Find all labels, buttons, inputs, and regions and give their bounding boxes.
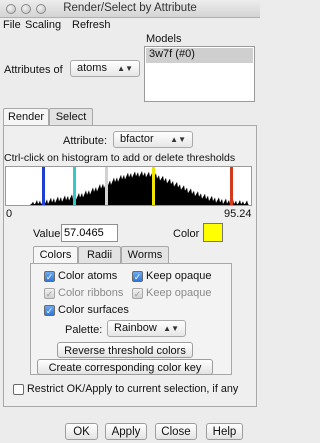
value-label: Value xyxy=(33,228,61,240)
attributes-of-popup[interactable]: atoms ▲▼ xyxy=(70,60,140,77)
menu-bar: File Scaling Refresh xyxy=(0,18,260,33)
color-atoms-checkbox[interactable]: ✓ xyxy=(44,271,55,282)
threshold-marker[interactable] xyxy=(151,167,155,205)
title-bar: Render/Select by Attribute xyxy=(0,0,260,18)
histogram[interactable] xyxy=(5,166,252,206)
menu-file[interactable]: File xyxy=(3,19,21,31)
subtab-worms[interactable]: Worms xyxy=(121,246,169,264)
create-color-key-button[interactable]: Create corresponding color key xyxy=(37,359,213,375)
attributes-of-label: Attributes of xyxy=(4,64,63,76)
apply-button[interactable]: Apply xyxy=(105,423,147,440)
keep-opaque-atoms-checkbox[interactable]: ✓ xyxy=(132,271,143,282)
palette-popup[interactable]: Rainbow ▲▼ xyxy=(107,320,186,337)
histogram-instruction: Ctrl-click on histogram to add or delete… xyxy=(4,152,236,164)
palette-value: Rainbow xyxy=(114,322,157,334)
histogram-max-label: 95.24 xyxy=(224,208,252,220)
subtab-colors[interactable]: Colors xyxy=(33,246,78,264)
color-surfaces-label: Color surfaces xyxy=(58,304,129,316)
attributes-of-value: atoms xyxy=(77,62,107,74)
attribute-value: bfactor xyxy=(120,133,154,145)
reverse-threshold-colors-button[interactable]: Reverse threshold colors xyxy=(57,342,193,358)
popup-arrows-icon: ▲▼ xyxy=(163,324,179,333)
models-label: Models xyxy=(146,33,182,45)
keep-opaque-atoms-label: Keep opaque xyxy=(146,270,212,282)
restrict-checkbox[interactable]: ✓ xyxy=(13,384,24,395)
keep-opaque-ribbons-checkbox[interactable]: ✓ xyxy=(132,288,143,299)
restrict-label: Restrict OK/Apply to current selection, … xyxy=(27,383,239,395)
popup-arrows-icon: ▲▼ xyxy=(170,135,186,144)
close-button[interactable]: Close xyxy=(155,423,197,440)
window-title: Render/Select by Attribute xyxy=(63,2,197,14)
attribute-popup[interactable]: bfactor ▲▼ xyxy=(113,131,193,148)
help-button[interactable]: Help xyxy=(206,423,243,440)
threshold-marker[interactable] xyxy=(105,167,109,205)
value-field[interactable] xyxy=(61,224,118,242)
color-ribbons-checkbox[interactable]: ✓ xyxy=(44,288,55,299)
color-swatch[interactable] xyxy=(203,223,223,242)
threshold-marker[interactable] xyxy=(42,167,46,205)
color-surfaces-checkbox[interactable]: ✓ xyxy=(44,305,55,316)
threshold-marker[interactable] xyxy=(73,167,77,205)
attribute-label: Attribute: xyxy=(63,135,108,147)
color-ribbons-label: Color ribbons xyxy=(58,287,124,299)
tab-select[interactable]: Select xyxy=(49,108,93,126)
models-list[interactable]: 3w7f (#0) xyxy=(144,46,255,102)
subtab-radii[interactable]: Radii xyxy=(78,246,121,264)
ok-button[interactable]: OK xyxy=(65,423,98,440)
models-list-item[interactable]: 3w7f (#0) xyxy=(146,48,253,63)
threshold-marker[interactable] xyxy=(230,167,234,205)
menu-scaling[interactable]: Scaling xyxy=(25,19,61,31)
popup-arrows-icon: ▲▼ xyxy=(117,64,133,73)
histogram-min-label: 0 xyxy=(6,208,13,220)
color-label: Color xyxy=(173,228,200,240)
color-atoms-label: Color atoms xyxy=(58,270,118,282)
tab-render[interactable]: Render xyxy=(3,108,49,126)
menu-refresh[interactable]: Refresh xyxy=(72,19,111,31)
keep-opaque-ribbons-label: Keep opaque xyxy=(146,287,212,299)
palette-label: Palette: xyxy=(65,324,103,336)
